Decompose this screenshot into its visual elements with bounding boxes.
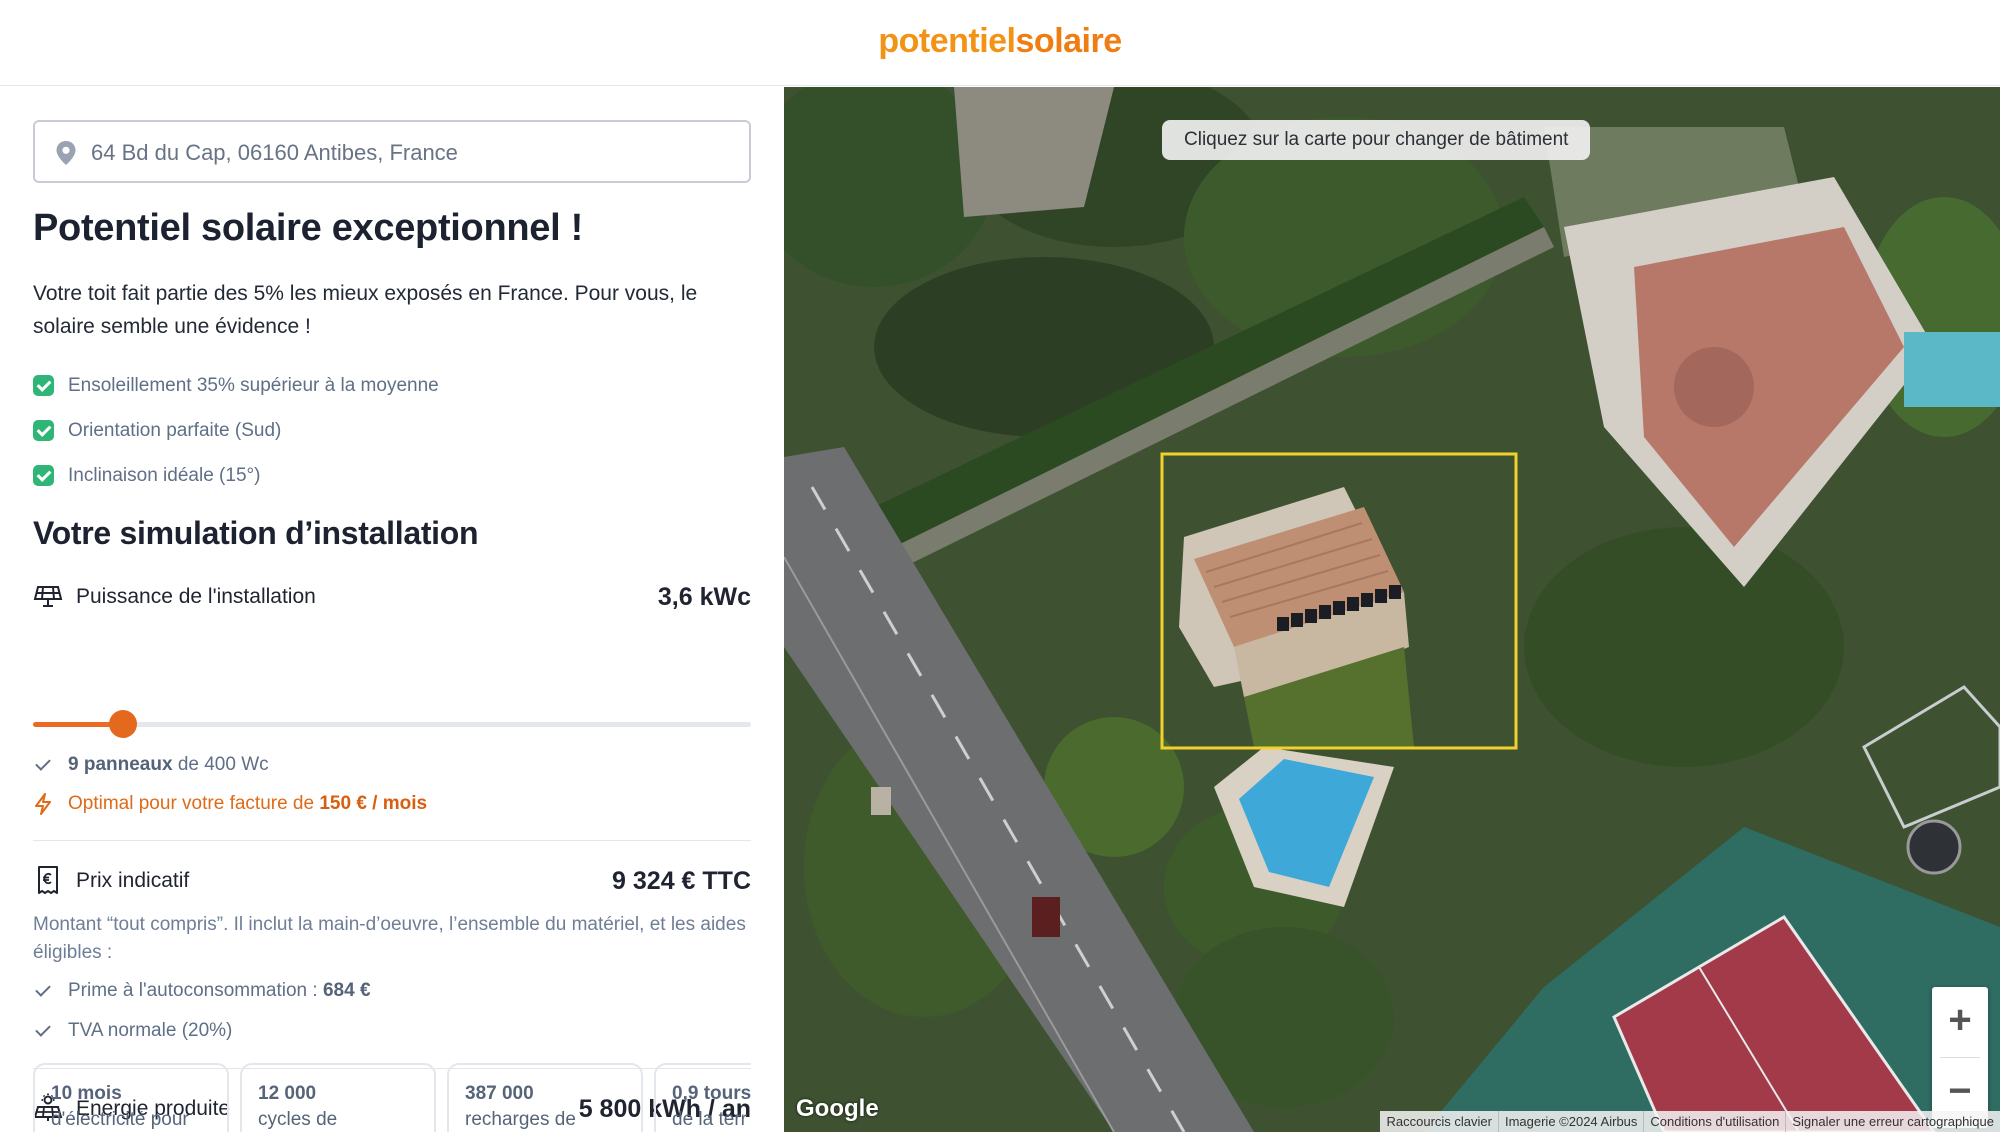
- zoom-controls: + −: [1932, 987, 1988, 1128]
- equivalence-card: 0,9 tours de la terr: [654, 1063, 751, 1132]
- power-label: Puissance de l'installation: [76, 585, 316, 608]
- satellite-map[interactable]: Cliquez sur la carte pour changer de bât…: [784, 87, 2000, 1132]
- check-item: Ensoleillement 35% supérieur à la moyenn…: [33, 363, 439, 408]
- card-text: recharges de: [465, 1109, 576, 1130]
- prime-info: Prime à l'autoconsommation : 684 €: [33, 976, 371, 1006]
- check-icon: [33, 981, 53, 1001]
- optimal-text: Optimal pour votre facture de: [68, 793, 315, 814]
- equivalence-card: 10 mois d'électricité pour: [33, 1063, 229, 1132]
- price-note: Montant “tout compris”. Il inclut la mai…: [33, 914, 746, 963]
- imagery-credit: Imagerie ©2024 Airbus: [1497, 1111, 1643, 1132]
- google-logo[interactable]: Google: [796, 1095, 879, 1123]
- check-label: Ensoleillement 35% supérieur à la moyenn…: [68, 374, 439, 396]
- tva-info: TVA normale (20%): [33, 1016, 232, 1046]
- card-value: 12 000: [258, 1083, 317, 1104]
- equivalence-cards: 10 mois d'électricité pour 12 000 cycles…: [33, 1063, 751, 1132]
- price-row: Prix indicatif 9 324 € TTC: [33, 863, 751, 899]
- panels-count: 9 panneaux: [68, 754, 173, 775]
- simulation-title: Votre simulation d’installation: [33, 515, 479, 551]
- check-label: Inclinaison idéale (15°): [68, 464, 261, 486]
- report-error-link[interactable]: Signaler une erreur cartographique: [1785, 1111, 2000, 1132]
- check-icon: [33, 375, 54, 396]
- terms-link[interactable]: Conditions d'utilisation: [1643, 1111, 1785, 1132]
- check-label: Orientation parfaite (Sud): [68, 419, 282, 441]
- price-value: 9 324 € TTC: [612, 867, 751, 895]
- divider: [33, 840, 751, 841]
- power-slider[interactable]: [33, 710, 751, 738]
- result-checks: Ensoleillement 35% supérieur à la moyenn…: [33, 363, 439, 498]
- panels-info: 9 panneaux de 400 Wc: [33, 750, 269, 780]
- power-value: 3,6 kWc: [657, 583, 751, 611]
- panels-detail: de 400 Wc: [177, 754, 269, 775]
- check-item: Inclinaison idéale (15°): [33, 453, 439, 498]
- card-text: cycles de: [258, 1109, 338, 1130]
- check-icon: [33, 465, 54, 486]
- receipt-euro-icon: [38, 866, 58, 894]
- keyboard-shortcuts-link[interactable]: Raccourcis clavier: [1380, 1111, 1497, 1132]
- check-item: Orientation parfaite (Sud): [33, 408, 439, 453]
- logo-part2: solaire: [1015, 22, 1123, 60]
- result-title: Potentiel solaire exceptionnel !: [33, 207, 583, 249]
- prime-value: 684 €: [322, 980, 371, 1001]
- price-label: Prix indicatif: [76, 869, 190, 892]
- solar-panel-icon: [33, 586, 63, 607]
- equivalence-card: 387 000 recharges de: [447, 1063, 643, 1132]
- optimal-info: Optimal pour votre facture de 150 € / mo…: [33, 789, 427, 819]
- address-input[interactable]: 64 Bd du Cap, 06160 Antibes, France: [33, 120, 751, 183]
- power-row: Puissance de l'installation 3,6 kWc: [33, 579, 751, 615]
- aerial-imagery[interactable]: [784, 87, 2000, 1132]
- tva-label: TVA normale (20%): [68, 1020, 233, 1041]
- zoom-in-button[interactable]: +: [1932, 987, 1988, 1057]
- check-icon: [33, 1021, 53, 1041]
- result-intro: Votre toit fait partie des 5% les mieux …: [33, 282, 698, 338]
- card-value: 10 mois: [51, 1083, 122, 1104]
- optimal-value: 150 € / mois: [319, 793, 428, 814]
- power-slider-thumb[interactable]: [108, 710, 137, 738]
- header: potentielsolaire: [0, 0, 2000, 86]
- card-text: de la terr: [672, 1109, 747, 1130]
- card-value: 387 000: [465, 1083, 534, 1104]
- lightning-icon: [35, 793, 51, 815]
- logo-part1: potentiel: [878, 22, 1016, 60]
- map-attribution: Raccourcis clavier Imagerie ©2024 Airbus…: [1380, 1111, 2000, 1132]
- card-value: 0,9 tours: [672, 1083, 751, 1104]
- address-value: 64 Bd du Cap, 06160 Antibes, France: [91, 140, 458, 165]
- map-pin-icon: [56, 141, 76, 165]
- prime-label: Prime à l'autoconsommation :: [68, 980, 318, 1001]
- check-icon: [33, 755, 53, 775]
- check-icon: [33, 420, 54, 441]
- equivalence-card: 12 000 cycles de: [240, 1063, 436, 1132]
- logo[interactable]: potentielsolaire: [0, 22, 2000, 61]
- card-text: d'électricité pour: [51, 1109, 189, 1130]
- map-tooltip: Cliquez sur la carte pour changer de bât…: [1162, 120, 1591, 160]
- results-panel: 64 Bd du Cap, 06160 Antibes, France Pote…: [0, 87, 784, 1132]
